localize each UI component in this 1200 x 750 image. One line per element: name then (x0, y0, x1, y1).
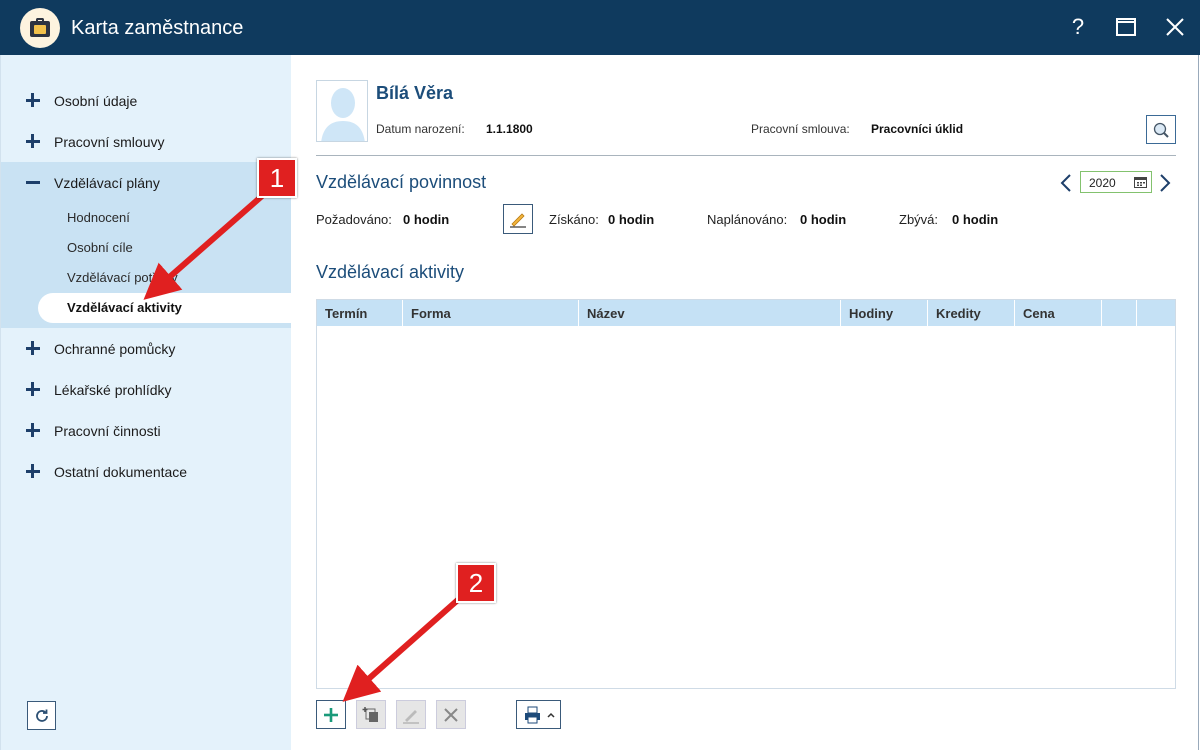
next-year-button[interactable] (1155, 171, 1175, 195)
sidebar: Osobní údaje Pracovní smlouvy Vzdělávací… (0, 55, 292, 750)
printer-icon (524, 706, 540, 723)
required-label: Požadováno: (316, 212, 392, 227)
sidebar-subitem-label: Hodnocení (67, 210, 130, 225)
activities-title: Vzdělávací aktivity (316, 262, 465, 282)
title-bar: Karta zaměstnance ? (0, 0, 1200, 55)
search-icon (1153, 122, 1169, 138)
chevron-left-icon (1060, 174, 1071, 192)
contract-value: Pracovníci úklid (871, 122, 964, 136)
sidebar-item-medical-checkups[interactable]: Lékařské prohlídky (1, 369, 292, 410)
help-button[interactable]: ? (1063, 12, 1093, 42)
edit-obligation-button[interactable] (503, 204, 533, 234)
obligation-title: Vzdělávací povinnost (316, 172, 487, 192)
refresh-button[interactable] (27, 701, 56, 730)
plus-icon (324, 707, 338, 722)
obtained-label: Získáno: (549, 212, 599, 227)
planned-label: Naplánováno: (707, 212, 788, 227)
avatar-placeholder-icon (321, 88, 365, 141)
refresh-icon (35, 709, 48, 722)
copy-icon (362, 706, 378, 722)
sidebar-item-label: Lékařské prohlídky (54, 381, 172, 398)
column-header-term[interactable]: Termín (317, 300, 403, 326)
close-button[interactable] (1160, 12, 1190, 42)
sidebar-item-label: Osobní údaje (54, 92, 138, 109)
sidebar-group-training-plans: Vzdělávací plány Hodnocení Osobní cíle V… (1, 162, 292, 328)
maximize-icon (1116, 18, 1136, 36)
year-value: 2020 (1089, 176, 1116, 190)
sidebar-item-label: Ostatní dokumentace (54, 463, 188, 480)
activities-table[interactable]: Termín Forma Název Hodiny Kredity Cena (316, 299, 1176, 689)
chevron-up-icon (546, 712, 555, 718)
planned-value: 0 hodin (800, 212, 847, 227)
sidebar-subitem-label: Vzdělávací aktivity (67, 300, 182, 315)
birth-date-label: Datum narození: (376, 122, 465, 136)
sidebar-item-protective-equipment[interactable]: Ochranné pomůcky (1, 328, 292, 369)
contract-label: Pracovní smlouva: (751, 122, 850, 136)
sidebar-subitem-label: Vzdělávací potřeby (67, 270, 178, 285)
column-header-hours[interactable]: Hodiny (841, 300, 928, 326)
sidebar-subitem-training-activities[interactable]: Vzdělávací aktivity (38, 293, 292, 323)
remaining-label: Zbývá: (899, 212, 939, 227)
plus-icon (26, 464, 40, 478)
sidebar-item-label: Pracovní činnosti (54, 422, 161, 439)
search-button[interactable] (1146, 115, 1176, 144)
add-button[interactable] (316, 700, 346, 729)
divider (316, 155, 1176, 156)
maximize-button[interactable] (1111, 12, 1141, 42)
column-header-credits[interactable]: Kredity (928, 300, 1015, 326)
column-header-extra (1102, 300, 1137, 326)
plus-icon (26, 93, 40, 107)
employee-card-icon (20, 8, 60, 48)
edit-button[interactable] (396, 700, 426, 729)
sidebar-item-other-docs[interactable]: Ostatní dokumentace (1, 451, 292, 492)
pencil-icon (403, 709, 419, 724)
chevron-right-icon (1160, 174, 1171, 192)
sidebar-subitem-training-needs[interactable]: Vzdělávací potřeby (1, 263, 292, 293)
x-icon (444, 707, 458, 722)
close-icon (1166, 18, 1184, 36)
table-header: Termín Forma Název Hodiny Kredity Cena (317, 300, 1175, 326)
remaining-value: 0 hodin (952, 212, 999, 227)
column-header-name[interactable]: Název (579, 300, 841, 326)
print-button[interactable] (516, 700, 561, 729)
sidebar-item-label: Pracovní smlouvy (54, 133, 165, 150)
sidebar-item-label: Ochranné pomůcky (54, 340, 176, 357)
year-picker[interactable]: 2020 (1080, 171, 1152, 193)
sidebar-subitem-label: Osobní cíle (67, 240, 133, 255)
plus-icon (26, 423, 40, 437)
plus-icon (26, 341, 40, 355)
column-header-form[interactable]: Forma (403, 300, 579, 326)
obtained-value: 0 hodin (608, 212, 655, 227)
birth-date-value: 1.1.1800 (486, 122, 533, 136)
column-header-price[interactable]: Cena (1015, 300, 1102, 326)
annotation-step-2: 2 (456, 563, 496, 603)
delete-button[interactable] (436, 700, 466, 729)
prev-year-button[interactable] (1056, 171, 1076, 195)
pencil-icon (510, 213, 526, 228)
calendar-icon (1134, 177, 1147, 188)
sidebar-item-training-plans[interactable]: Vzdělávací plány (1, 162, 292, 203)
sidebar-item-work-activities[interactable]: Pracovní činnosti (1, 410, 292, 451)
plus-icon (26, 134, 40, 148)
minus-icon (26, 175, 40, 189)
main-panel: Bílá Věra Datum narození: 1.1.1800 Praco… (291, 55, 1199, 750)
sidebar-subitem-evaluation[interactable]: Hodnocení (1, 203, 292, 233)
sidebar-item-contracts[interactable]: Pracovní smlouvy (1, 121, 292, 162)
sidebar-item-personal-data[interactable]: Osobní údaje (1, 80, 292, 121)
sidebar-item-label: Vzdělávací plány (54, 174, 160, 191)
plus-icon (26, 382, 40, 396)
annotation-step-1: 1 (257, 158, 297, 198)
employee-name: Bílá Věra (376, 83, 454, 103)
employee-photo (316, 80, 368, 142)
copy-button[interactable] (356, 700, 386, 729)
required-value: 0 hodin (403, 212, 450, 227)
window-title: Karta zaměstnance (71, 17, 244, 39)
sidebar-subitem-personal-goals[interactable]: Osobní cíle (1, 233, 292, 263)
